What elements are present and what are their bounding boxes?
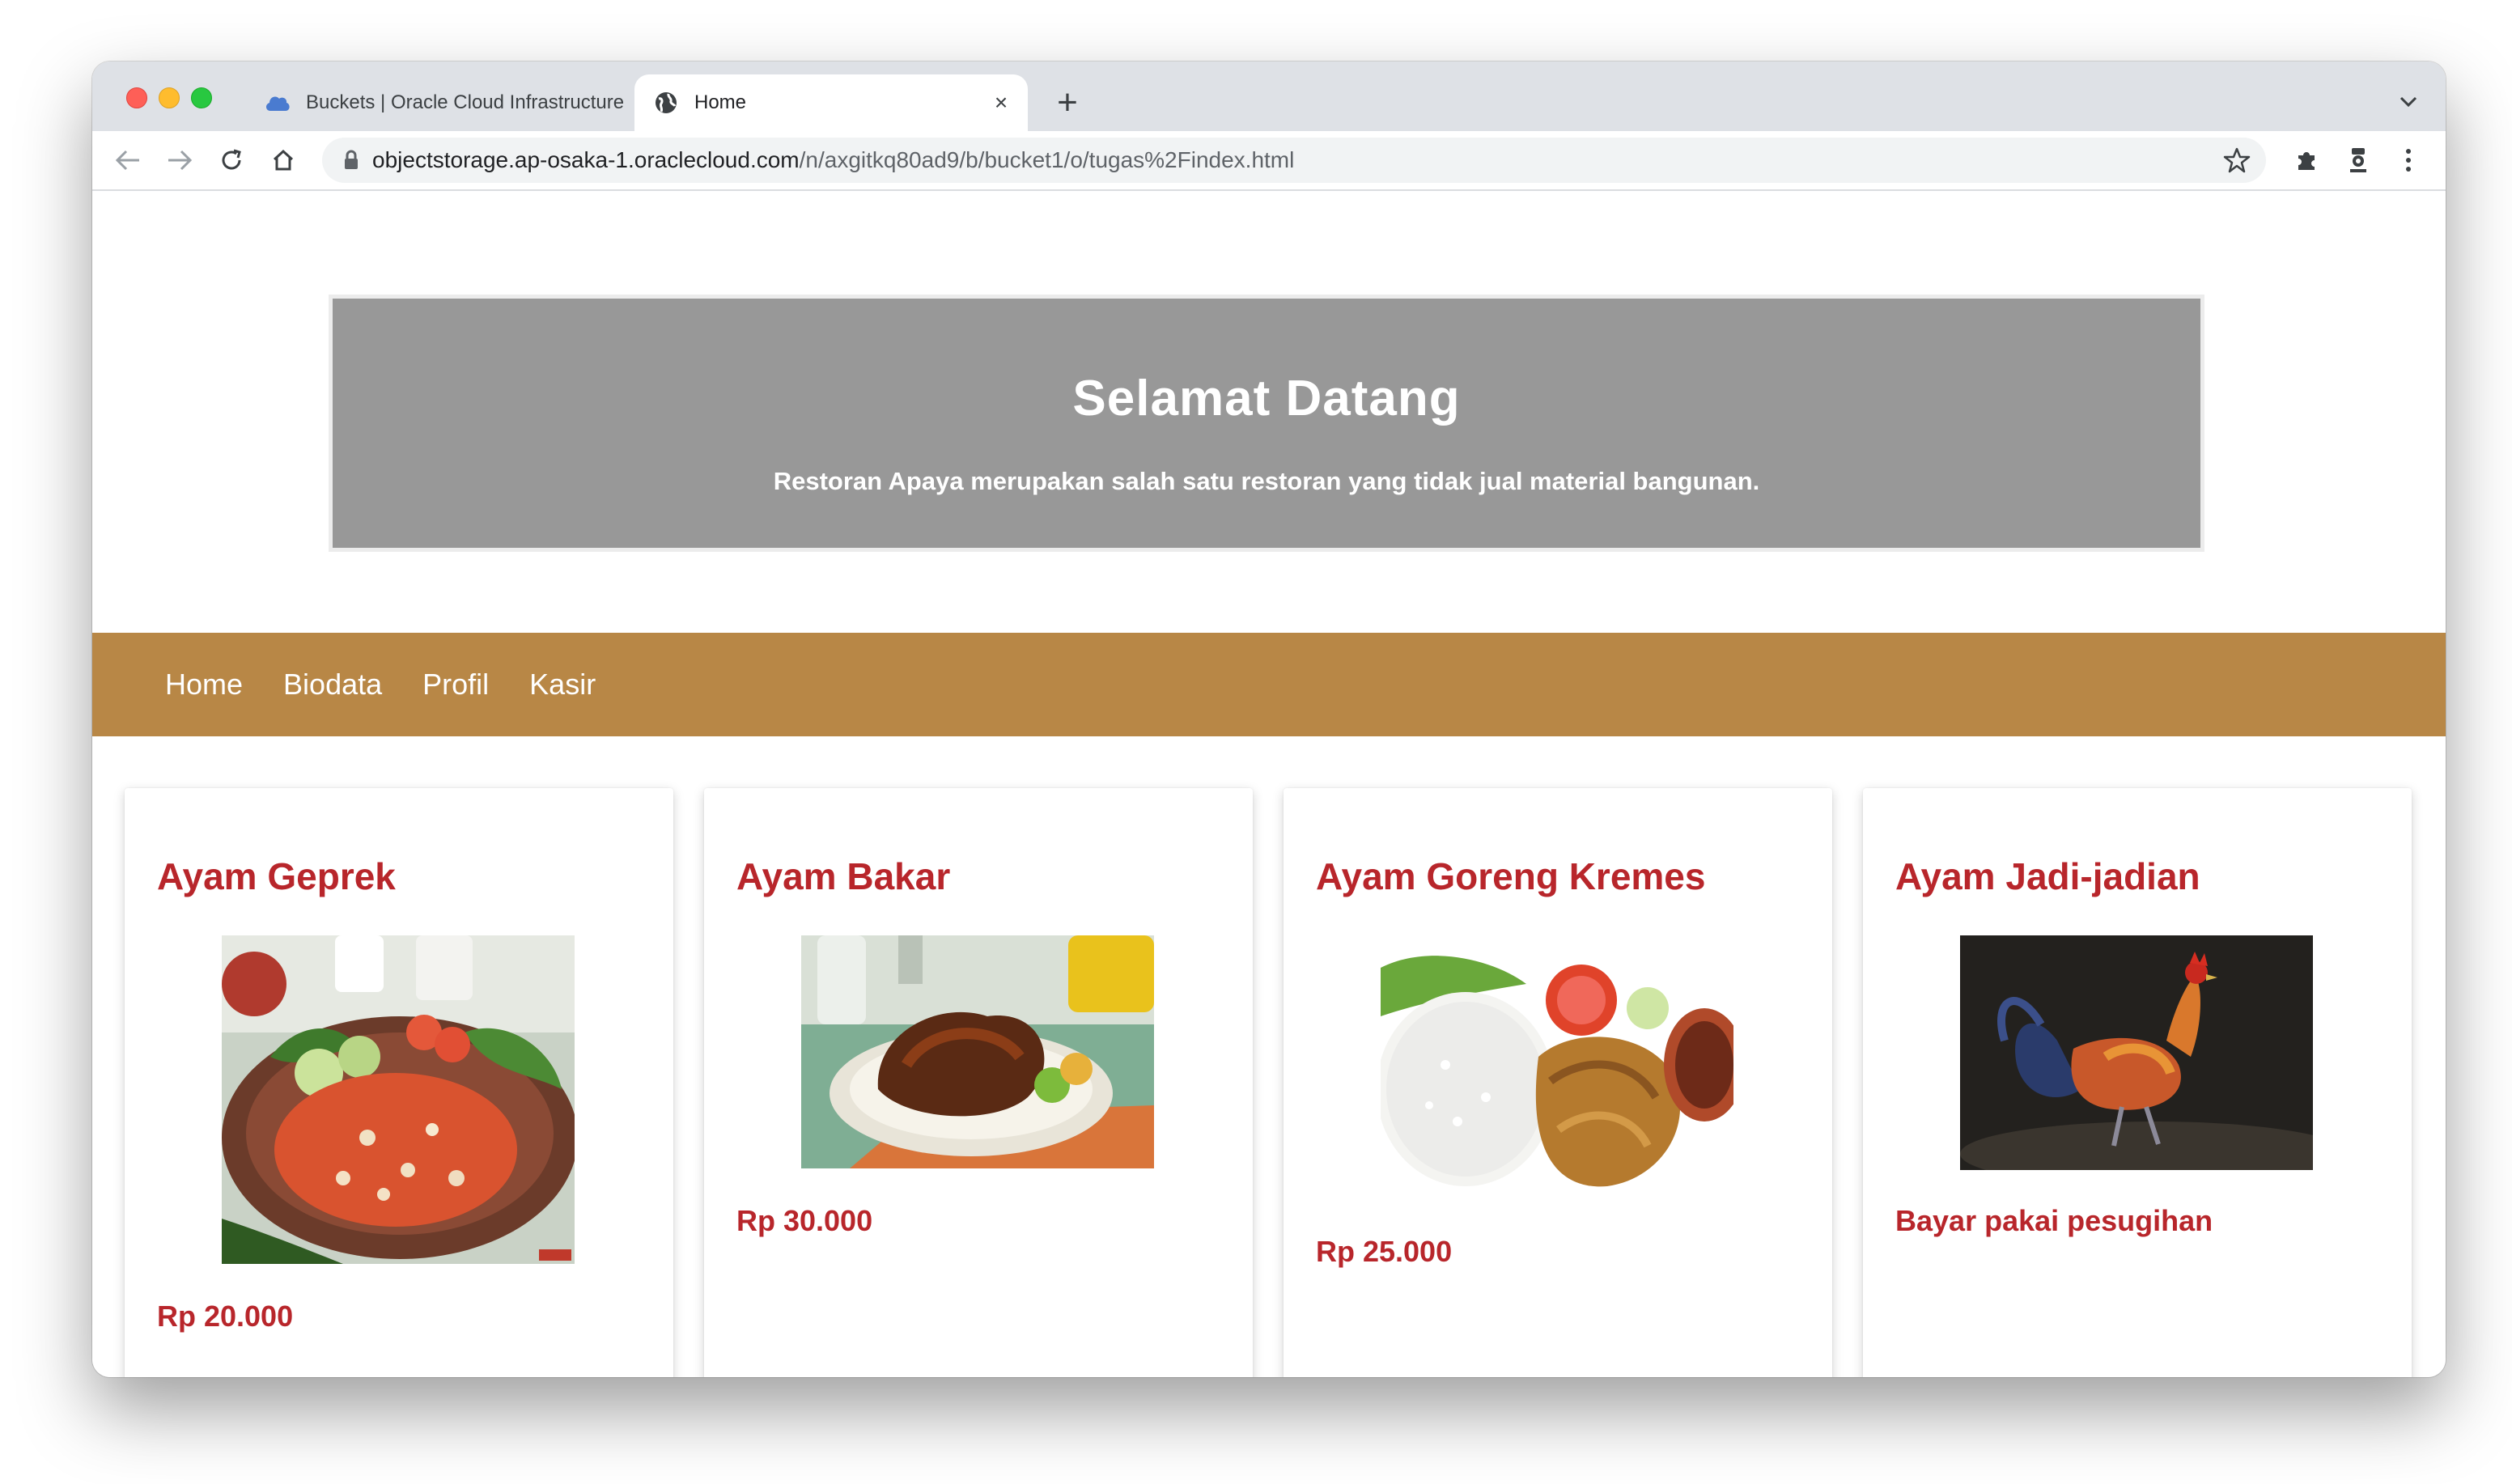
menu-item-name: Ayam Bakar <box>736 855 951 897</box>
close-tab-icon[interactable]: × <box>989 90 1013 115</box>
ayam-geprek-photo <box>222 935 575 1264</box>
menu-card: Ayam Jadi-jadian Bayar pakai pesugihan <box>1863 788 2412 1377</box>
hero-title: Selamat Datang <box>1072 371 1461 426</box>
lock-icon[interactable] <box>340 149 363 172</box>
menu-item-name: Ayam Jadi-jadian <box>1895 855 2200 897</box>
nav-profil-link[interactable]: Profil <box>422 668 489 702</box>
main-nav: Home Biodata Profil Kasir <box>92 633 2446 736</box>
menu-item-price: Rp 25.000 <box>1316 1235 1453 1268</box>
menu-item-name: Ayam Geprek <box>157 855 396 897</box>
menu-card: Ayam Geprek Rp 20.000 <box>125 788 673 1377</box>
tab-title: Buckets | Oracle Cloud Infrastructure <box>306 91 625 113</box>
extension-icon[interactable] <box>2340 142 2376 178</box>
back-arrow-icon[interactable] <box>108 141 147 180</box>
browser-window: Buckets | Oracle Cloud Infrastructure × … <box>92 61 2446 1377</box>
url-text: objectstorage.ap-osaka-1.oraclecloud.com… <box>372 138 1294 183</box>
url-path: /n/axgitkq80ad9/b/bucket1/o/tugas%2Finde… <box>799 147 1295 172</box>
ayam-goreng-kremes-photo <box>1381 935 1733 1199</box>
page-content: Selamat Datang Restoran Apaya merupakan … <box>92 191 2446 1377</box>
tab-title: Home <box>694 91 747 113</box>
home-icon[interactable] <box>264 141 303 180</box>
extensions-puzzle-icon[interactable] <box>2289 142 2324 178</box>
menu-card: Ayam Bakar Rp 30.000 <box>704 788 1253 1377</box>
browser-toolbar: objectstorage.ap-osaka-1.oraclecloud.com… <box>92 131 2446 191</box>
address-bar[interactable]: objectstorage.ap-osaka-1.oraclecloud.com… <box>322 138 2266 183</box>
menu-item-name: Ayam Goreng Kremes <box>1316 855 1706 897</box>
rooster-photo <box>1960 935 2313 1170</box>
ayam-bakar-photo <box>801 935 1154 1168</box>
tab-home[interactable]: Home × <box>634 74 1028 131</box>
new-tab-button[interactable]: + <box>1047 83 1088 123</box>
nav-kasir-link[interactable]: Kasir <box>529 668 596 702</box>
more-options-icon[interactable] <box>2391 142 2426 178</box>
forward-arrow-icon[interactable] <box>160 141 199 180</box>
minimize-window-button[interactable] <box>159 87 180 108</box>
reload-icon[interactable] <box>212 141 251 180</box>
menu-item-price: Bayar pakai pesugihan <box>1895 1204 2213 1237</box>
nav-biodata-link[interactable]: Biodata <box>283 668 382 702</box>
url-host: objectstorage.ap-osaka-1.oraclecloud.com <box>372 147 800 172</box>
maximize-window-button[interactable] <box>191 87 212 108</box>
menu-item-price: Rp 30.000 <box>736 1204 873 1237</box>
close-window-button[interactable] <box>126 87 147 108</box>
nav-home-link[interactable]: Home <box>165 668 243 702</box>
cloud-icon <box>264 89 291 117</box>
tab-strip: Buckets | Oracle Cloud Infrastructure × … <box>92 61 2446 131</box>
chevron-down-icon[interactable] <box>2392 86 2425 118</box>
globe-icon <box>652 89 680 117</box>
bookmark-star-icon[interactable] <box>2222 146 2251 175</box>
menu-item-price: Rp 20.000 <box>157 1300 294 1333</box>
hero-banner: Selamat Datang Restoran Apaya merupakan … <box>329 295 2204 552</box>
menu-card: Ayam Goreng Kremes Rp 25.000 <box>1284 788 1832 1377</box>
hero-subtitle: Restoran Apaya merupakan salah satu rest… <box>773 467 1760 495</box>
